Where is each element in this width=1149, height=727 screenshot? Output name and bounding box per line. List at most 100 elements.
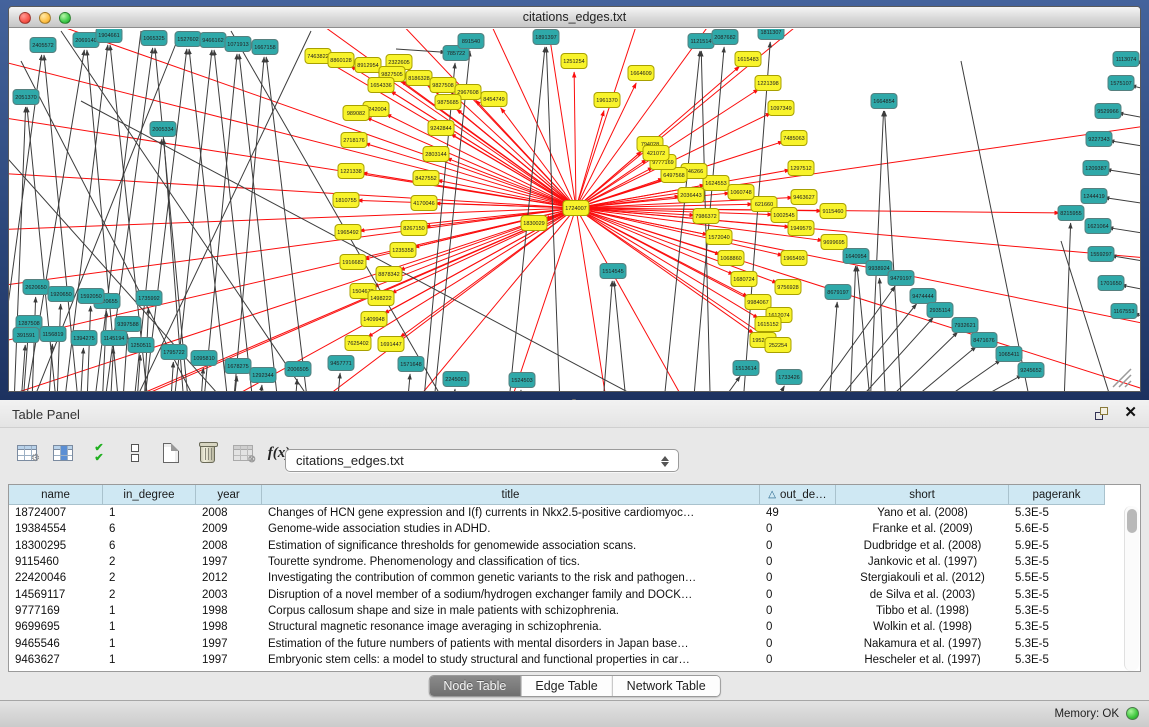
- graph-node[interactable]: 9227343: [1086, 132, 1112, 147]
- graph-node[interactable]: 1250511: [128, 338, 154, 353]
- graph-node[interactable]: 1904661: [96, 29, 122, 43]
- graph-node[interactable]: 9756928: [775, 280, 801, 295]
- column-header-name[interactable]: name: [9, 485, 103, 505]
- graph-node[interactable]: 1724007: [563, 201, 589, 216]
- delete-table-icon[interactable]: [194, 440, 220, 466]
- graph-node[interactable]: 1624553: [703, 176, 729, 191]
- graph-node[interactable]: 9397588: [115, 317, 141, 332]
- graph-node[interactable]: 1095810: [191, 351, 217, 366]
- memory-ok-icon[interactable]: [1126, 707, 1139, 720]
- graph-node[interactable]: 2718176: [341, 133, 367, 148]
- graph-node[interactable]: 1691447: [378, 337, 404, 352]
- graph-node[interactable]: 8912954: [355, 58, 381, 73]
- graph-node[interactable]: 1640954: [843, 249, 869, 264]
- graph-node[interactable]: 8186328: [406, 71, 432, 86]
- graph-node[interactable]: 7932621: [952, 318, 978, 333]
- table-row[interactable]: 1456911722003Disruption of a novel membe…: [9, 586, 1140, 602]
- row-height-icon[interactable]: [122, 440, 148, 466]
- graph-node[interactable]: 1735992: [136, 291, 162, 306]
- table-row[interactable]: 1938455462009Genome-wide association stu…: [9, 521, 1140, 537]
- tab-edge-table[interactable]: Edge Table: [521, 676, 612, 696]
- graph-node[interactable]: 7463822: [305, 49, 331, 64]
- graph-node[interactable]: 1167553: [1111, 304, 1137, 319]
- graph-node[interactable]: 7485063: [781, 131, 807, 146]
- graph-node[interactable]: 1394275: [71, 331, 97, 346]
- graph-node[interactable]: 1244419: [1081, 189, 1107, 204]
- table-row[interactable]: 911546021997Tourette syndrome. Phenomeno…: [9, 554, 1140, 570]
- graph-node[interactable]: 7986372: [693, 209, 719, 224]
- graph-node[interactable]: 1060748: [728, 185, 754, 200]
- graph-node[interactable]: 1221398: [755, 76, 781, 91]
- graph-node[interactable]: 1830029: [521, 216, 547, 231]
- network-window-titlebar[interactable]: citations_edges.txt: [9, 7, 1140, 28]
- graph-node[interactable]: 891540: [458, 34, 484, 49]
- graph-node[interactable]: 1615483: [735, 52, 761, 67]
- graph-node[interactable]: 9242844: [428, 121, 454, 136]
- table-row[interactable]: 946554611997Estimation of the future num…: [9, 635, 1140, 651]
- graph-node[interactable]: 1664854: [871, 94, 897, 109]
- resize-grip-icon[interactable]: [1113, 369, 1131, 387]
- graph-node[interactable]: 1527602: [175, 32, 201, 47]
- tab-node-table[interactable]: Node Table: [429, 676, 521, 696]
- graph-node[interactable]: 1891397: [533, 30, 559, 45]
- table-tabs[interactable]: Node TableEdge TableNetwork Table: [428, 675, 720, 697]
- graph-node[interactable]: 1235358: [390, 243, 416, 258]
- graph-node[interactable]: 1113074: [1113, 52, 1139, 67]
- graph-node[interactable]: 1498222: [368, 291, 394, 306]
- graph-node[interactable]: 2245061: [443, 372, 469, 387]
- column-header-title[interactable]: title: [262, 485, 760, 505]
- graph-node[interactable]: 1571648: [398, 357, 424, 372]
- graph-node[interactable]: 1733426: [776, 370, 802, 385]
- graph-node[interactable]: 1949579: [788, 221, 814, 236]
- network-graph-canvas[interactable]: 1724007746382288601288912954232260598275…: [9, 29, 1140, 392]
- graph-node[interactable]: 1514545: [600, 264, 626, 279]
- graph-node[interactable]: 2069140: [73, 33, 99, 48]
- graph-node[interactable]: 9463627: [791, 190, 817, 205]
- column-header-in_degree[interactable]: in_degree: [103, 485, 196, 505]
- graph-node[interactable]: 1678275: [225, 359, 251, 374]
- graph-node[interactable]: 2935114: [927, 303, 953, 318]
- graph-node[interactable]: 1592050: [78, 289, 104, 304]
- graph-node[interactable]: 2006505: [285, 362, 311, 377]
- column-header-short[interactable]: short: [836, 485, 1009, 505]
- graph-node[interactable]: 391591: [13, 328, 39, 343]
- graph-node[interactable]: 9827508: [430, 78, 456, 93]
- table-header-row[interactable]: namein_degreeyeartitle△out_de…shortpager…: [9, 485, 1140, 505]
- tab-network-table[interactable]: Network Table: [613, 676, 720, 696]
- column-header-out_de[interactable]: △out_de…: [760, 485, 836, 505]
- column-header-year[interactable]: year: [196, 485, 262, 505]
- graph-node[interactable]: 8267150: [401, 221, 427, 236]
- graph-node[interactable]: 9875685: [435, 95, 461, 110]
- graph-node[interactable]: 252254: [765, 338, 791, 353]
- graph-node[interactable]: 1916682: [340, 255, 366, 270]
- graph-node[interactable]: 2036443: [678, 188, 704, 203]
- graph-node[interactable]: 1667158: [252, 40, 278, 55]
- table-row[interactable]: 2242004622012Investigating the contribut…: [9, 570, 1140, 586]
- graph-node[interactable]: 1664609: [628, 66, 654, 81]
- graph-node[interactable]: 7625402: [345, 336, 371, 351]
- graph-node[interactable]: 1810755: [333, 193, 359, 208]
- graph-node[interactable]: 2005334: [150, 122, 176, 137]
- graph-node[interactable]: 2803144: [423, 147, 449, 162]
- graph-node[interactable]: 1965493: [781, 251, 807, 266]
- graph-node[interactable]: 1811307: [758, 29, 784, 40]
- table-row[interactable]: 946362711997Embryonic stem cells: a mode…: [9, 652, 1140, 668]
- graph-node[interactable]: 1575107: [1108, 76, 1134, 91]
- graph-node[interactable]: 1965492: [335, 225, 361, 240]
- graph-node[interactable]: 421072: [643, 146, 669, 161]
- table-body[interactable]: 1872400712008Changes of HCN gene express…: [9, 505, 1140, 668]
- graph-node[interactable]: 4170046: [411, 196, 437, 211]
- show-columns-icon[interactable]: [50, 440, 76, 466]
- graph-node[interactable]: 1572040: [706, 230, 732, 245]
- graph-node[interactable]: 1071913: [225, 37, 251, 52]
- graph-node[interactable]: 1513614: [733, 361, 759, 376]
- graph-node[interactable]: 1680724: [731, 272, 757, 287]
- select-columns-icon[interactable]: ✔✔: [86, 440, 112, 466]
- table-row[interactable]: 969969511998Structural magnetic resonanc…: [9, 619, 1140, 635]
- graph-node[interactable]: 2051370: [13, 90, 39, 105]
- graph-node[interactable]: 1251254: [561, 54, 587, 69]
- graph-node[interactable]: 1097349: [768, 101, 794, 116]
- graph-node[interactable]: 8215955: [1058, 206, 1084, 221]
- graph-node[interactable]: 9457771: [328, 356, 354, 371]
- table-row[interactable]: 1830029562008Estimation of significance …: [9, 538, 1140, 554]
